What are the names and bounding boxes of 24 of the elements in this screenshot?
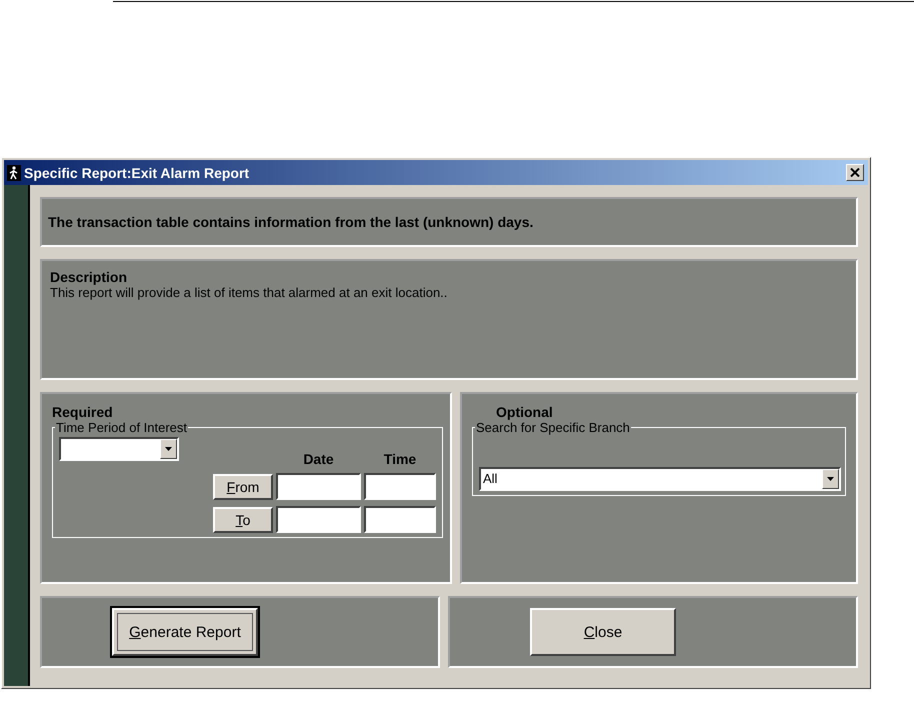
branch-dropdown[interactable]: All <box>479 467 841 491</box>
column-header: Date <box>302 451 335 467</box>
walking-figure-icon <box>7 164 21 180</box>
dropdown-arrow-icon <box>165 447 172 451</box>
dropdown-arrow-icon <box>827 477 834 481</box>
description-heading: Description <box>50 269 128 285</box>
description-text: This report will provide a list of items that alarmed at an exit location.. <box>50 285 448 300</box>
group-label: Time Period of Interest <box>55 420 188 435</box>
optional-heading: Optional <box>496 404 554 420</box>
required-heading: Required <box>52 404 114 420</box>
window-title: Specific Report:Exit Alarm Report <box>24 164 250 180</box>
group-label: Search for Specific Branch <box>475 420 631 435</box>
period-dropdown[interactable] <box>59 437 179 461</box>
close-button[interactable]: Close <box>530 608 676 656</box>
info-text: The transaction table contains information from the last (unknown) days. <box>48 214 534 230</box>
date-field[interactable] <box>276 473 361 500</box>
date-range-button[interactable]: From <box>213 474 273 500</box>
generate-report-button[interactable]: Generate Report <box>112 608 258 656</box>
column-header: Time <box>382 451 418 467</box>
time-field[interactable] <box>364 473 436 500</box>
time-field[interactable] <box>364 506 436 533</box>
date-range-button[interactable]: To <box>213 506 273 532</box>
close-icon[interactable] <box>846 164 864 181</box>
date-field[interactable] <box>276 506 361 533</box>
